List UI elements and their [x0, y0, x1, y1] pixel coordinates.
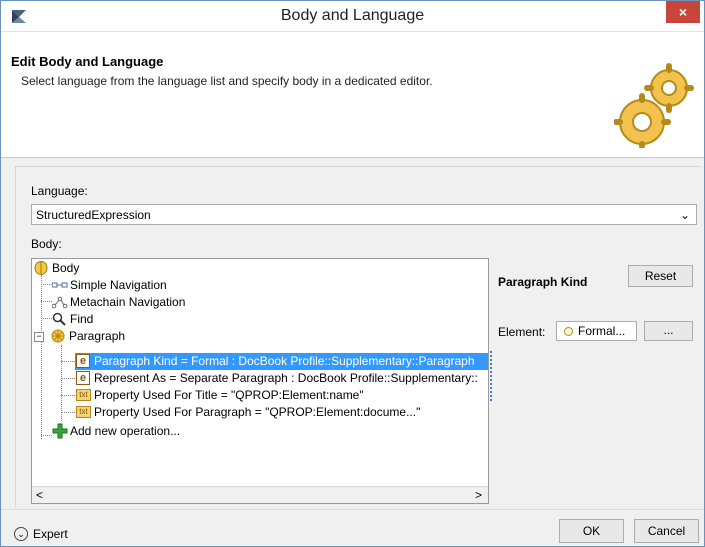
tree-connector: [41, 435, 52, 436]
tree-item-simple-navigation[interactable]: Simple Navigation: [52, 277, 472, 294]
tree-connector: [61, 395, 75, 396]
browse-button[interactable]: ...: [644, 321, 693, 341]
property-title: Paragraph Kind: [498, 275, 588, 289]
reset-button[interactable]: Reset: [628, 265, 693, 287]
enumeration-icon: e: [76, 371, 90, 385]
horizontal-scrollbar[interactable]: < >: [32, 486, 488, 503]
tree-connector: [41, 284, 52, 285]
window-title: Body and Language: [280, 7, 425, 24]
tree-item-represent-as[interactable]: e Represent As = Separate Paragraph : Do…: [75, 370, 488, 387]
footer-divider: [1, 509, 704, 510]
tree-item-label: Find: [70, 312, 94, 326]
tree-item-property-title[interactable]: txt Property Used For Title = "QPROP:Ele…: [75, 387, 488, 404]
tree-item-label: Metachain Navigation: [70, 295, 186, 309]
scroll-left-icon[interactable]: <: [36, 487, 43, 503]
tree-item-label: Paragraph Kind = Formal : DocBook Profil…: [94, 354, 475, 368]
tree-connector: [61, 412, 75, 413]
close-icon: ×: [678, 4, 688, 20]
chevron-down-icon: ⌄: [679, 208, 690, 222]
gears-icon: [614, 63, 694, 148]
element-icon: [564, 327, 573, 336]
add-plus-icon: [52, 423, 68, 439]
tree-connector: [61, 345, 62, 421]
body-icon: [34, 261, 48, 275]
dialog-window: Body and Language × Edit Body and Langua…: [0, 0, 705, 547]
tree-item-label: Property Used For Paragraph = "QPROP:Ele…: [94, 405, 421, 419]
tree-item-property-paragraph[interactable]: txt Property Used For Paragraph = "QPROP…: [75, 404, 488, 421]
tree-item-find[interactable]: Find: [52, 311, 472, 328]
close-button[interactable]: ×: [666, 1, 700, 23]
tree-item-label: Add new operation...: [70, 424, 181, 438]
splitter-handle[interactable]: [490, 351, 494, 401]
element-label: Element:: [498, 325, 546, 339]
header-description: Select language from the language list a…: [21, 74, 433, 88]
tree-item-label: Simple Navigation: [70, 278, 167, 292]
collapse-icon: −: [36, 331, 42, 341]
tree-item-label: Represent As = Separate Paragraph : DocB…: [94, 371, 478, 385]
tree-item-label: Paragraph: [69, 329, 126, 343]
expert-label[interactable]: Expert: [33, 527, 68, 541]
tree-item-body[interactable]: Body: [34, 260, 474, 277]
cancel-button[interactable]: Cancel: [634, 519, 699, 543]
element-value: Formal...: [578, 324, 626, 338]
element-value-field[interactable]: Formal...: [556, 321, 637, 341]
collapse-toggle[interactable]: −: [34, 332, 44, 342]
body-label: Body:: [31, 237, 62, 251]
text-icon: txt: [76, 389, 91, 401]
scroll-right-icon[interactable]: >: [475, 487, 482, 503]
tree-item-label: Body: [52, 261, 80, 275]
tree-item-paragraph[interactable]: − Paragraph: [34, 328, 474, 345]
language-select[interactable]: StructuredExpression ⌄: [31, 204, 697, 225]
tree-item-label: Property Used For Title = "QPROP:Element…: [94, 388, 364, 402]
magnifier-icon: [52, 312, 66, 326]
tree-connector: [61, 361, 75, 362]
text-icon: txt: [76, 406, 91, 418]
ok-button[interactable]: OK: [559, 519, 624, 543]
enumeration-icon: e: [76, 354, 90, 368]
simple-navigation-icon: [52, 282, 68, 288]
header-title: Edit Body and Language: [11, 54, 164, 69]
paragraph-operation-icon: [51, 329, 65, 343]
title-bar: Body and Language ×: [1, 1, 704, 32]
tree-item-metachain-navigation[interactable]: Metachain Navigation: [52, 294, 472, 311]
dialog-header: Edit Body and Language Select language f…: [1, 32, 704, 158]
language-value: StructuredExpression: [36, 208, 151, 222]
tree-connector: [41, 301, 52, 302]
metachain-navigation-icon: [52, 296, 68, 309]
tree-item-paragraph-kind[interactable]: e Paragraph Kind = Formal : DocBook Prof…: [75, 353, 488, 370]
tree-item-add-operation[interactable]: Add new operation...: [52, 423, 472, 440]
tree-connector: [41, 275, 42, 439]
tree-connector: [41, 318, 52, 319]
tree-connector: [61, 378, 75, 379]
expand-expert-icon[interactable]: ⌄: [14, 527, 28, 541]
body-tree[interactable]: Body Simple Navigation Metachain Navigat…: [31, 258, 489, 504]
language-label: Language:: [31, 184, 88, 198]
